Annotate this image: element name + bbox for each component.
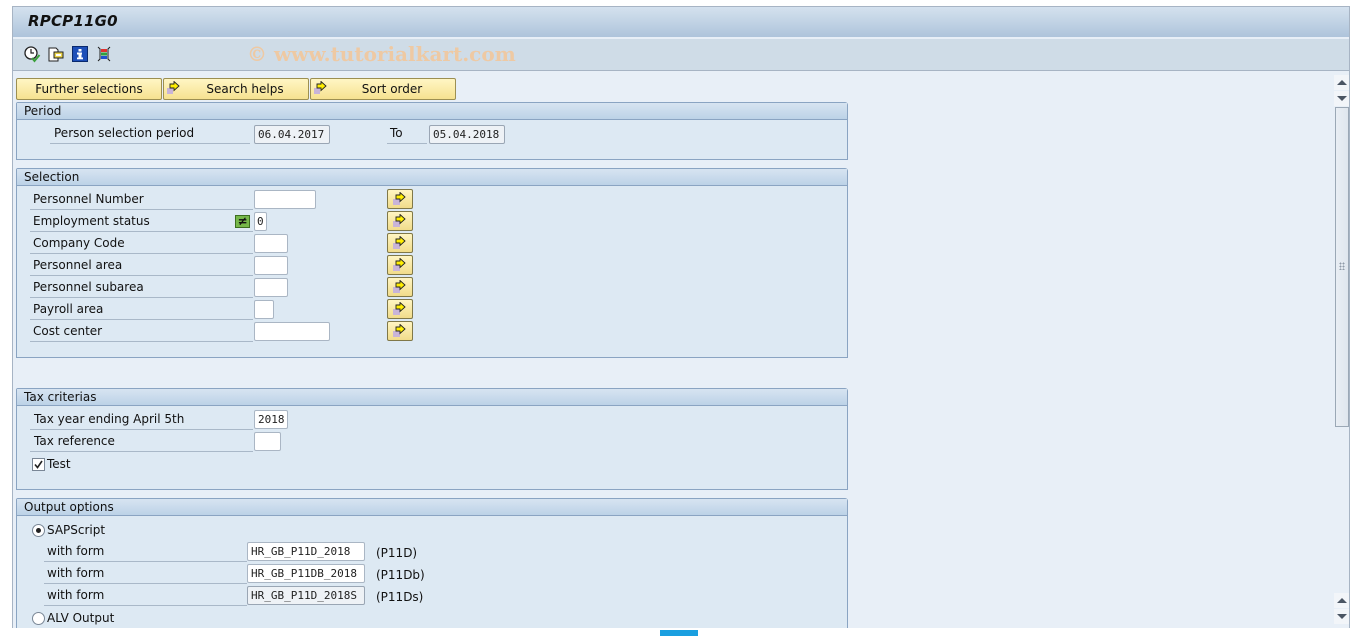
tax-reference-label: Tax reference	[30, 432, 253, 452]
arrow-right-icon	[393, 192, 406, 205]
personnel-area-input[interactable]	[254, 256, 288, 275]
cost-center-input[interactable]	[254, 322, 330, 341]
period-to-label: To	[387, 124, 427, 144]
form-input-p11ds[interactable]: HR_GB_P11D_2018S	[247, 586, 365, 605]
selection-group-title: Selection	[17, 169, 847, 186]
further-selections-button[interactable]: Further selections	[16, 78, 162, 100]
payroll-area-input[interactable]	[254, 300, 274, 319]
employment-status-input[interactable]: 0	[254, 212, 267, 231]
arrow-right-icon	[393, 324, 406, 337]
company-code-multiple-selection-button[interactable]	[387, 233, 413, 253]
period-group-title: Period	[17, 103, 847, 120]
sap-window: RPCP11G0 © www.tutorialkart.com Further …	[12, 6, 1350, 628]
window-title: RPCP11G0	[28, 12, 118, 30]
tax-reference-input[interactable]	[254, 432, 281, 451]
checkmark-icon	[34, 460, 43, 469]
test-checkbox[interactable]	[32, 458, 45, 471]
title-bar: RPCP11G0	[13, 7, 1349, 38]
grip-icon	[1339, 262, 1345, 270]
personnel-subarea-label: Personnel subarea	[30, 278, 253, 298]
info-icon[interactable]	[71, 45, 89, 63]
selection-screen: Further selections Search helps Sort ord…	[13, 72, 1333, 628]
further-selections-label: Further selections	[35, 82, 143, 96]
form-suffix-p11ds: (P11Ds)	[376, 590, 424, 604]
personnel-subarea-multiple-selection-button[interactable]	[387, 277, 413, 297]
sort-order-label: Sort order	[361, 82, 423, 96]
period-from-input[interactable]: 06.04.2017	[254, 125, 330, 144]
personnel-number-input[interactable]	[254, 190, 316, 209]
period-to-input[interactable]: 05.04.2018	[429, 125, 505, 144]
employment-status-multiple-selection-button[interactable]	[387, 211, 413, 231]
search-helps-label: Search helps	[206, 82, 284, 96]
scroll-down-icon[interactable]	[1334, 91, 1349, 106]
scroll-up-icon[interactable]	[1334, 75, 1349, 90]
personnel-area-multiple-selection-button[interactable]	[387, 255, 413, 275]
form-suffix-p11db: (P11Db)	[376, 568, 425, 582]
dynamic-selections-icon[interactable]	[95, 45, 113, 63]
application-toolbar: © www.tutorialkart.com	[13, 39, 1349, 71]
form-input-p11d[interactable]: HR_GB_P11D_2018	[247, 542, 365, 561]
form-suffix-p11d: (P11D)	[376, 546, 418, 560]
sort-order-button[interactable]: Sort order	[310, 78, 456, 100]
watermark-text: © www.tutorialkart.com	[247, 42, 516, 66]
payroll-area-label: Payroll area	[30, 300, 253, 320]
form-label-p11ds: with form	[44, 586, 247, 606]
output-options-group-title: Output options	[17, 499, 847, 516]
sap-logo-icon	[660, 630, 698, 636]
personnel-area-label: Personnel area	[30, 256, 253, 276]
scroll-down-bottom-icon[interactable]	[1334, 609, 1349, 624]
employment-status-label: Employment status	[30, 212, 253, 232]
selection-group: Selection Personnel Number Employment st…	[16, 168, 848, 358]
output-options-group: Output options SAPScript with form HR_GB…	[16, 498, 848, 628]
arrow-right-icon	[393, 280, 406, 293]
cost-center-multiple-selection-button[interactable]	[387, 321, 413, 341]
personnel-subarea-input[interactable]	[254, 278, 288, 297]
sapscript-radio[interactable]	[32, 524, 45, 537]
not-equal-operator-icon[interactable]: ≠	[235, 215, 250, 228]
scrollbar-thumb[interactable]	[1335, 107, 1349, 427]
search-helps-button[interactable]: Search helps	[163, 78, 309, 100]
person-selection-period-label: Person selection period	[50, 124, 250, 144]
alv-output-radio[interactable]	[32, 612, 45, 625]
scroll-up-bottom-icon[interactable]	[1334, 593, 1349, 608]
form-label-p11d: with form	[44, 542, 247, 562]
cost-center-label: Cost center	[30, 322, 253, 342]
sapscript-label: SAPScript	[47, 523, 106, 537]
get-variant-icon[interactable]	[47, 45, 65, 63]
arrow-right-icon	[393, 302, 406, 315]
payroll-area-multiple-selection-button[interactable]	[387, 299, 413, 319]
test-label: Test	[47, 457, 71, 471]
execute-icon[interactable]	[23, 45, 41, 63]
personnel-number-multiple-selection-button[interactable]	[387, 189, 413, 209]
arrow-right-icon	[393, 214, 406, 227]
tax-year-input[interactable]: 2018	[254, 410, 288, 429]
arrow-right-icon	[393, 236, 406, 249]
vertical-scrollbar[interactable]	[1333, 72, 1349, 628]
tax-criterias-group-title: Tax criterias	[17, 389, 847, 406]
form-input-p11db[interactable]: HR_GB_P11DB_2018	[247, 564, 365, 583]
form-label-p11db: with form	[44, 564, 247, 584]
company-code-label: Company Code	[30, 234, 253, 254]
alv-output-label: ALV Output	[47, 611, 115, 625]
arrow-right-icon	[393, 258, 406, 271]
tax-year-label: Tax year ending April 5th	[30, 410, 253, 430]
personnel-number-label: Personnel Number	[30, 190, 253, 210]
tax-criterias-group: Tax criterias Tax year ending April 5th …	[16, 388, 848, 490]
company-code-input[interactable]	[254, 234, 288, 253]
period-group: Period Person selection period 06.04.201…	[16, 102, 848, 160]
